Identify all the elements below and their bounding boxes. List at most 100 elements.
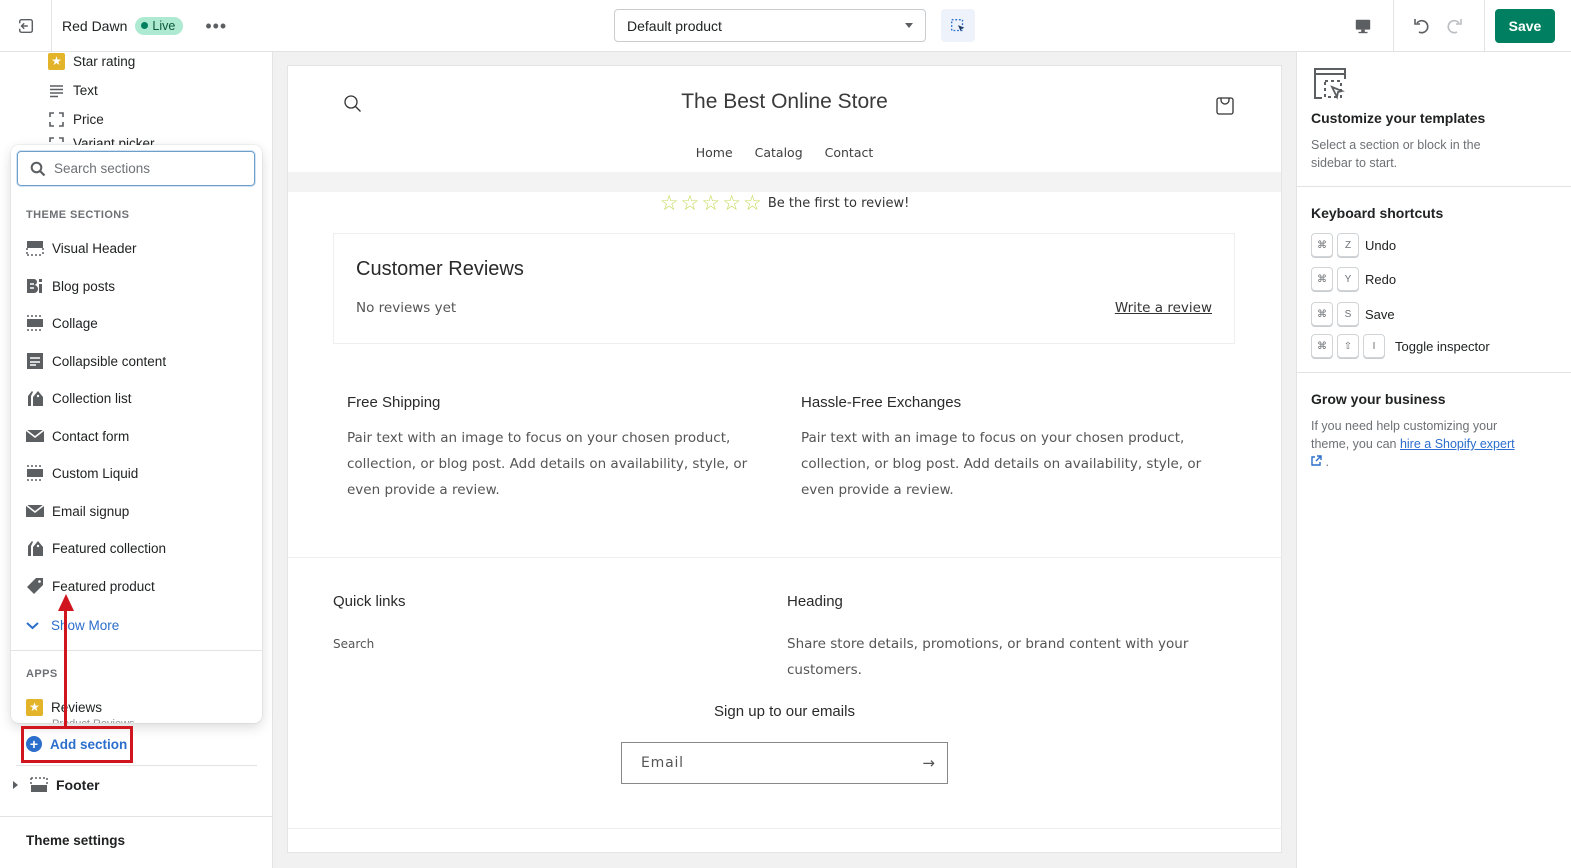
- tree-item-label: Star rating: [73, 53, 136, 69]
- star-outline-icon: ☆: [659, 191, 679, 215]
- column-heading: Free Shipping: [347, 394, 441, 411]
- store-name: Red Dawn: [62, 17, 128, 34]
- quick-links-heading: Quick links: [333, 593, 406, 610]
- star-outline-icon: ☆: [701, 191, 721, 215]
- top-bar: Red Dawn Live ••• Default product Save: [0, 0, 1571, 52]
- redo-button[interactable]: [1438, 0, 1470, 52]
- annotation-arrow-head-icon: [58, 594, 74, 611]
- shortcut-toggle-inspector: ⌘ ⇧ I Toggle inspector: [1311, 334, 1490, 358]
- column-heading: Hassle-Free Exchanges: [801, 394, 962, 411]
- column-text: Pair text with an image to focus on your…: [347, 430, 748, 498]
- rating-summary: ☆ ☆ ☆ ☆ ☆ Be the first to review!: [288, 193, 1281, 214]
- collage-icon: [26, 314, 44, 332]
- section-label: Email signup: [52, 503, 130, 519]
- shortcut-redo: ⌘ Y Redo: [1311, 267, 1396, 291]
- star-outline-icon: ☆: [743, 191, 762, 215]
- exit-button[interactable]: [0, 0, 52, 52]
- key-command: ⌘: [1311, 302, 1333, 326]
- inspector-icon: [951, 18, 965, 31]
- section-label: Blog posts: [52, 278, 116, 294]
- sidebar-item-footer[interactable]: Footer: [13, 776, 100, 794]
- info-panel: Customize your templates Select a sectio…: [1296, 52, 1571, 868]
- footer-heading: Heading: [787, 593, 843, 610]
- desktop-preview-button[interactable]: [1332, 0, 1394, 52]
- star-outline-icon: ☆: [722, 191, 742, 215]
- right-tools: Save: [1332, 0, 1571, 52]
- section-item-collapsible-content[interactable]: Collapsible content: [26, 349, 251, 373]
- key-command: ⌘: [1311, 267, 1333, 291]
- section-item-custom-liquid[interactable]: Custom Liquid: [26, 461, 251, 485]
- inspector-toggle-button[interactable]: [941, 9, 975, 42]
- section-item-collage[interactable]: Collage: [26, 311, 251, 335]
- grow-heading: Grow your business: [1311, 391, 1446, 407]
- theme-settings-link[interactable]: Theme settings: [26, 833, 125, 848]
- nav-home[interactable]: Home: [696, 145, 733, 160]
- chevron-down-icon: [26, 622, 39, 630]
- tag-icon: [26, 577, 44, 595]
- nav-catalog[interactable]: Catalog: [755, 145, 803, 160]
- popover-divider: [11, 650, 262, 651]
- section-label: Featured product: [52, 578, 155, 594]
- no-reviews-text: No reviews yet: [356, 300, 457, 316]
- section-label: Featured collection: [52, 540, 167, 556]
- section-item-contact-form[interactable]: Contact form: [26, 424, 251, 448]
- undo-icon: [1414, 19, 1429, 34]
- key-i: I: [1363, 334, 1385, 358]
- key-shift: ⇧: [1337, 334, 1359, 358]
- section-item-featured-collection[interactable]: Featured collection: [26, 536, 251, 560]
- customize-heading: Customize your templates: [1311, 110, 1486, 126]
- reviews-heading: Customer Reviews: [356, 258, 524, 280]
- template-select-value: Default product: [627, 17, 722, 34]
- newsletter-email-input[interactable]: [641, 755, 901, 771]
- cart-bag-icon: [1216, 97, 1234, 115]
- key-z: Z: [1337, 233, 1359, 257]
- store-title[interactable]: The Best Online Store: [288, 90, 1281, 114]
- footer-layout-icon: [30, 777, 48, 792]
- shortcut-undo: ⌘ Z Undo: [1311, 233, 1396, 257]
- search-sections-input[interactable]: [54, 161, 234, 176]
- more-actions-button[interactable]: •••: [205, 17, 227, 35]
- quick-link-search[interactable]: Search: [333, 637, 374, 651]
- tree-item-text[interactable]: Text: [48, 79, 98, 101]
- save-button[interactable]: Save: [1495, 9, 1555, 43]
- section-item-visual-header[interactable]: Visual Header: [26, 236, 251, 260]
- annotation-arrow-shaft: [64, 605, 67, 726]
- section-label: Custom Liquid: [52, 465, 139, 481]
- add-section-popover: THEME SECTIONS Visual Header Blog posts …: [11, 145, 262, 723]
- section-label: Visual Header: [52, 240, 137, 256]
- show-more-button[interactable]: Show More: [26, 618, 119, 633]
- grow-text-after: .: [1322, 455, 1329, 469]
- rating-text: Be the first to review!: [767, 196, 910, 211]
- collapsible-icon: [26, 352, 44, 370]
- nav-contact[interactable]: Contact: [825, 145, 874, 160]
- footer-label: Footer: [56, 777, 100, 793]
- hire-expert-link-label: hire a Shopify expert: [1399, 437, 1515, 451]
- write-review-link[interactable]: Write a review: [1115, 300, 1212, 316]
- status-badge: Live: [135, 16, 184, 35]
- section-item-blog-posts[interactable]: Blog posts: [26, 274, 251, 298]
- newsletter-email-field[interactable]: →: [621, 742, 948, 784]
- shortcuts-heading: Keyboard shortcuts: [1311, 205, 1444, 221]
- show-more-label: Show More: [51, 618, 120, 633]
- section-item-collection-list[interactable]: Collection list: [26, 386, 251, 410]
- section-label: Collection list: [52, 390, 132, 406]
- shortcut-label: Redo: [1365, 271, 1397, 287]
- desktop-icon: [1355, 19, 1370, 34]
- app-item-reviews[interactable]: ★ Reviews: [26, 695, 251, 719]
- tree-item-price[interactable]: Price: [48, 108, 104, 130]
- expand-triangle-icon[interactable]: [13, 781, 18, 789]
- envelope-icon: [26, 427, 44, 445]
- text-lines-icon: [50, 84, 63, 97]
- tree-item-star-rating[interactable]: ★ Star rating: [48, 50, 135, 72]
- cart-button[interactable]: [1215, 94, 1235, 120]
- search-sections-field[interactable]: [17, 151, 255, 186]
- key-command: ⌘: [1311, 233, 1333, 257]
- live-dot-icon: [141, 22, 149, 29]
- redo-icon: [1447, 19, 1462, 34]
- shortcut-save: ⌘ S Save: [1311, 302, 1395, 326]
- arrow-right-icon[interactable]: →: [922, 754, 935, 772]
- status-badge-label: Live: [152, 18, 176, 33]
- template-select[interactable]: Default product: [614, 9, 926, 42]
- section-item-email-signup[interactable]: Email signup: [26, 499, 251, 523]
- undo-button[interactable]: [1406, 0, 1438, 52]
